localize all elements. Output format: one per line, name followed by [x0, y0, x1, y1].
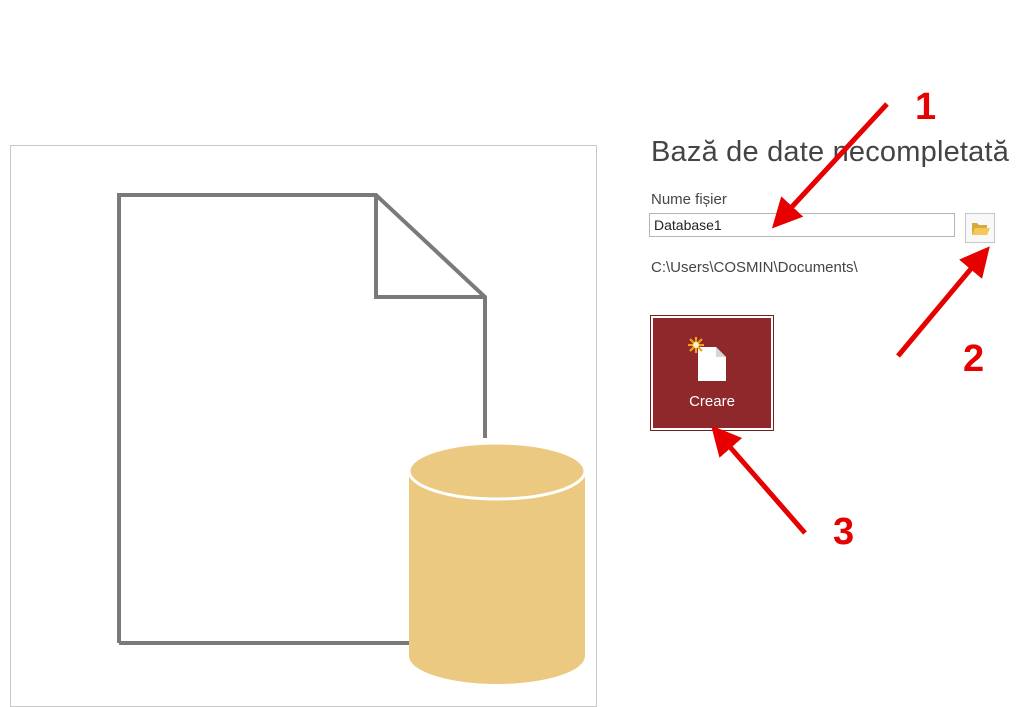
- arrow-3: [711, 425, 807, 535]
- annotation-1: 1: [915, 86, 937, 128]
- annotation-3: 3: [833, 511, 855, 553]
- annotation-2: 2: [963, 338, 985, 380]
- arrow-1: [771, 102, 889, 229]
- annotation-arrows: [711, 102, 990, 535]
